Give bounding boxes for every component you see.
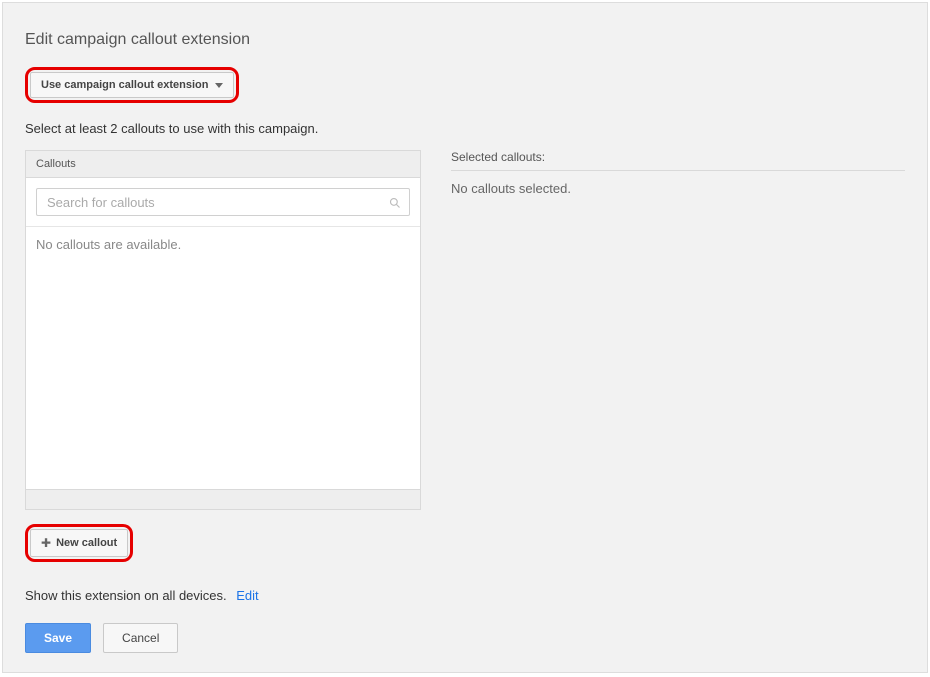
selected-callouts-header: Selected callouts: <box>451 150 905 171</box>
search-input[interactable] <box>37 189 409 215</box>
selected-callouts-empty: No callouts selected. <box>451 181 905 196</box>
new-callout-row: ✚ New callout <box>25 524 421 562</box>
callouts-list: No callouts are available. <box>26 227 420 489</box>
empty-callouts-text: No callouts are available. <box>36 237 410 252</box>
device-prefix: Show this extension on <box>25 588 159 603</box>
new-callout-label: New callout <box>56 537 117 549</box>
edit-callout-extension-panel: Edit campaign callout extension Use camp… <box>2 2 928 673</box>
dropdown-highlight: Use campaign callout extension <box>25 67 239 103</box>
use-extension-dropdown[interactable]: Use campaign callout extension <box>30 72 234 98</box>
plus-icon: ✚ <box>41 536 51 550</box>
device-value: all devices. <box>162 588 226 603</box>
device-row: Show this extension on all devices. Edit <box>25 588 905 603</box>
columns: Callouts No callouts are available. <box>25 150 905 562</box>
selected-callouts-column: Selected callouts: No callouts selected. <box>451 150 905 562</box>
page-title: Edit campaign callout extension <box>25 31 905 49</box>
callouts-panel: Callouts No callouts are available. <box>25 150 421 510</box>
cancel-button[interactable]: Cancel <box>103 623 178 653</box>
save-button[interactable]: Save <box>25 623 91 653</box>
edit-devices-link[interactable]: Edit <box>236 588 258 603</box>
search-box <box>36 188 410 216</box>
chevron-down-icon <box>215 83 223 88</box>
instruction-text: Select at least 2 callouts to use with t… <box>25 121 905 136</box>
action-row: Save Cancel <box>25 623 905 653</box>
callouts-panel-footer <box>26 489 420 509</box>
search-row <box>26 178 420 227</box>
dropdown-label: Use campaign callout extension <box>41 79 209 91</box>
callouts-panel-header: Callouts <box>26 151 420 178</box>
available-callouts-column: Callouts No callouts are available. <box>25 150 421 562</box>
search-icon <box>389 196 401 208</box>
new-callout-button[interactable]: ✚ New callout <box>30 529 128 557</box>
new-callout-highlight: ✚ New callout <box>25 524 133 562</box>
